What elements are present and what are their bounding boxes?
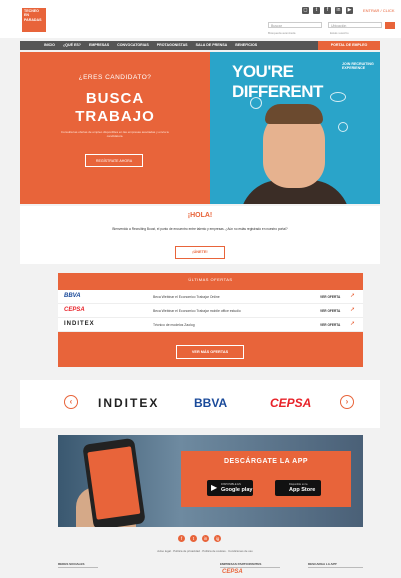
nav-item-empresas[interactable]: EMPRESAS xyxy=(89,41,109,50)
search-input[interactable]: Buscar xyxy=(268,22,322,28)
arrow-icon: ➚ xyxy=(350,321,356,327)
subscription-status: Estás suscrito xyxy=(330,31,349,35)
offer-brand: BBVA xyxy=(64,293,81,299)
nav-item-convocatorias[interactable]: CONVOCATORIAS xyxy=(117,41,149,50)
carousel-logo-inditex[interactable]: INDITEX xyxy=(98,396,159,410)
welcome-section: ¡HOLA! Bienvenido a Recruiting Boost, el… xyxy=(20,206,380,264)
offer-brand: INDITEX xyxy=(64,321,95,327)
welcome-title: ¡HOLA! xyxy=(187,212,213,219)
carousel-logo-cepsa[interactable]: CEPSA xyxy=(270,396,311,410)
latest-offers: ÚLTIMAS OFERTAS BBVA Beca Webinar el Eco… xyxy=(58,273,363,367)
footer-col-companies: EMPRESAS PARTICIPANTES xyxy=(220,562,262,566)
arrow-icon: ➚ xyxy=(350,307,356,313)
linkedin-icon[interactable]: in xyxy=(335,7,342,14)
app-store-small: Disponible en la xyxy=(289,483,308,486)
google-play-button[interactable]: ▶ DISPONIBLE EN Google play xyxy=(207,480,253,496)
offer-title: Técnico de modelos Zaolog xyxy=(153,322,195,327)
twitter-icon[interactable]: t xyxy=(313,7,320,14)
hero-banner[interactable]: YOU'RE DIFFERENT JOIN RECRUITING EXPERIE… xyxy=(210,52,380,204)
company-carousel: ‹ INDITEX BBVA CEPSA › xyxy=(20,380,380,428)
doodle-shape xyxy=(330,92,346,102)
portal-cta-button[interactable]: PORTAL DE EMPLEO xyxy=(318,41,380,50)
main-nav: INICIO ¿QUÉ ES? EMPRESAS CONVOCATORIAS P… xyxy=(20,41,380,50)
login-link[interactable]: ENTRAR / CLICK xyxy=(363,8,395,13)
hero-title-line2: TRABAJO xyxy=(75,108,155,125)
site-logo[interactable]: TECNEO EN PARADAS xyxy=(22,8,46,32)
carousel-prev-button[interactable]: ‹ xyxy=(64,395,78,409)
hero-question: ¿ERES CANDIDATO? xyxy=(78,74,152,81)
facebook-icon[interactable]: f xyxy=(178,535,185,542)
logo-text: TECNEO EN PARADAS xyxy=(24,9,42,22)
app-store-label: App Store xyxy=(289,487,316,493)
hero-description: Consulta las ofertas de empleo disponibl… xyxy=(60,130,170,139)
divider xyxy=(308,567,363,568)
offers-header: ÚLTIMAS OFERTAS xyxy=(188,277,233,282)
divider xyxy=(58,567,98,568)
footer-social: f t in ig xyxy=(178,535,221,542)
arrow-icon: ➚ xyxy=(350,293,356,299)
footer-col-social: REDES SOCIALES xyxy=(58,562,85,566)
page: TECNEO EN PARADAS ◻ t f in ▶ ENTRAR / CL… xyxy=(0,0,401,578)
nav-item-beneficios[interactable]: BENEFICIOS xyxy=(235,41,257,50)
see-offer-link[interactable]: VER OFERTA xyxy=(320,323,340,327)
see-offer-link[interactable]: VER OFERTA xyxy=(320,309,340,313)
google-play-label: Google play xyxy=(221,487,253,493)
header-social: ◻ t f in ▶ xyxy=(302,7,353,14)
nav-item-protagonistas[interactable]: PROTAGONISTAS xyxy=(157,41,188,50)
instagram-icon[interactable]: ig xyxy=(214,535,221,542)
app-store-button[interactable]: Disponible en la App Store xyxy=(275,480,321,496)
location-input[interactable]: Ubicación xyxy=(328,22,382,28)
person-hair xyxy=(265,104,323,124)
app-download-banner: DESCÁRGATE LA APP ▶ DISPONIBLE EN Google… xyxy=(58,435,363,527)
advanced-search-link[interactable]: Búsqueda avanzada xyxy=(268,31,295,35)
join-button[interactable]: ¡ÚNETE! xyxy=(175,246,225,259)
carousel-next-button[interactable]: › xyxy=(340,395,354,409)
google-play-small: DISPONIBLE EN xyxy=(221,483,241,486)
banner-subtitle: JOIN RECRUITING EXPERIENCE xyxy=(342,62,374,71)
register-button[interactable]: REGÍSTRATE AHORA xyxy=(85,154,143,167)
app-title: DESCÁRGATE LA APP xyxy=(223,458,309,465)
google-play-icon: ▶ xyxy=(211,483,218,492)
carousel-logo-bbva[interactable]: BBVA xyxy=(194,396,227,410)
hero-title-line1: BUSCA xyxy=(85,90,145,107)
facebook-icon[interactable]: f xyxy=(324,7,331,14)
offer-row[interactable]: CEPSA Beca Webinar el Economico Trabajar… xyxy=(58,304,363,318)
instagram-icon[interactable]: ◻ xyxy=(302,7,309,14)
hero-candidate-panel: ¿ERES CANDIDATO? BUSCA TRABAJO Consulta … xyxy=(20,52,210,204)
nav-item-sala-de-prensa[interactable]: SALA DE PRENSA xyxy=(196,41,228,50)
offer-title: Beca Webinar el Economico Trabajar mobil… xyxy=(153,308,241,313)
offer-title: Beca Webinar el Economico Trabajar Onlin… xyxy=(153,294,220,299)
site-header: TECNEO EN PARADAS ◻ t f in ▶ ENTRAR / CL… xyxy=(0,0,401,38)
offer-brand: CEPSA xyxy=(64,307,85,313)
doodle-shape xyxy=(250,97,262,109)
divider xyxy=(220,567,280,568)
footer-legal[interactable]: Aviso legal · Política de privacidad · P… xyxy=(105,549,305,553)
phone-screen xyxy=(87,446,141,520)
twitter-icon[interactable]: t xyxy=(190,535,197,542)
more-offers-button[interactable]: VER MÁS OFERTAS xyxy=(176,345,244,359)
offer-row[interactable]: BBVA Beca Webinar el Economico Trabajar … xyxy=(58,290,363,304)
apple-icon xyxy=(279,483,287,493)
search-button[interactable] xyxy=(385,22,395,29)
see-offer-link[interactable]: VER OFERTA xyxy=(320,295,340,299)
doodle-shape xyxy=(338,122,348,132)
nav-item-inicio[interactable]: INICIO xyxy=(44,41,55,50)
footer-col-app: DESCARGA LA APP xyxy=(308,562,337,566)
youtube-icon[interactable]: ▶ xyxy=(346,7,353,14)
welcome-description: Bienvenido a Recruiting Boost, el punto … xyxy=(112,227,288,231)
offer-row[interactable]: INDITEX Técnico de modelos Zaolog VER OF… xyxy=(58,318,363,332)
footer-logo-cepsa[interactable]: CEPSA xyxy=(222,569,243,575)
app-download-box: DESCÁRGATE LA APP ▶ DISPONIBLE EN Google… xyxy=(181,451,351,507)
nav-item-que-es[interactable]: ¿QUÉ ES? xyxy=(63,41,81,50)
linkedin-icon[interactable]: in xyxy=(202,535,209,542)
